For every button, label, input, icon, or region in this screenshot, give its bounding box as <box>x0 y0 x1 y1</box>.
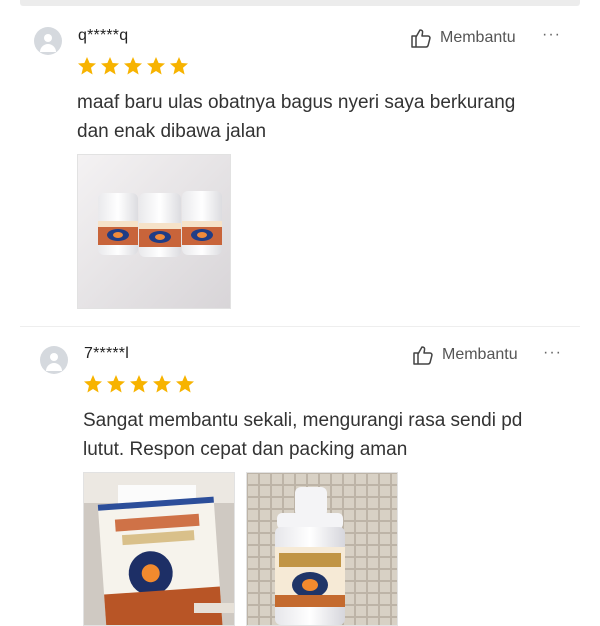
review-text: Sangat membantu sekali, mengurangi rasa … <box>83 406 583 464</box>
review-photo-product-box[interactable] <box>83 472 235 626</box>
star-rating <box>83 374 195 394</box>
thumbs-up-icon <box>412 344 434 366</box>
helpful-label: Membantu <box>442 346 518 363</box>
review-card: 7*****l Membantu ··· Sangat membantu sek… <box>0 0 600 626</box>
star-icon <box>84 375 102 393</box>
star-icon <box>153 375 171 393</box>
more-options-button[interactable]: ··· <box>543 344 562 362</box>
avatar[interactable] <box>40 346 68 374</box>
reviewer-name: 7*****l <box>84 345 129 362</box>
star-icon <box>130 375 148 393</box>
star-icon <box>107 375 125 393</box>
review-photo-single-bottle[interactable] <box>246 472 398 626</box>
helpful-button[interactable]: Membantu <box>412 344 518 366</box>
star-icon <box>176 375 194 393</box>
review-text-line: lutut. Respon cepat dan packing aman <box>83 439 408 460</box>
review-text-line: Sangat membantu sekali, mengurangi rasa … <box>83 410 523 431</box>
